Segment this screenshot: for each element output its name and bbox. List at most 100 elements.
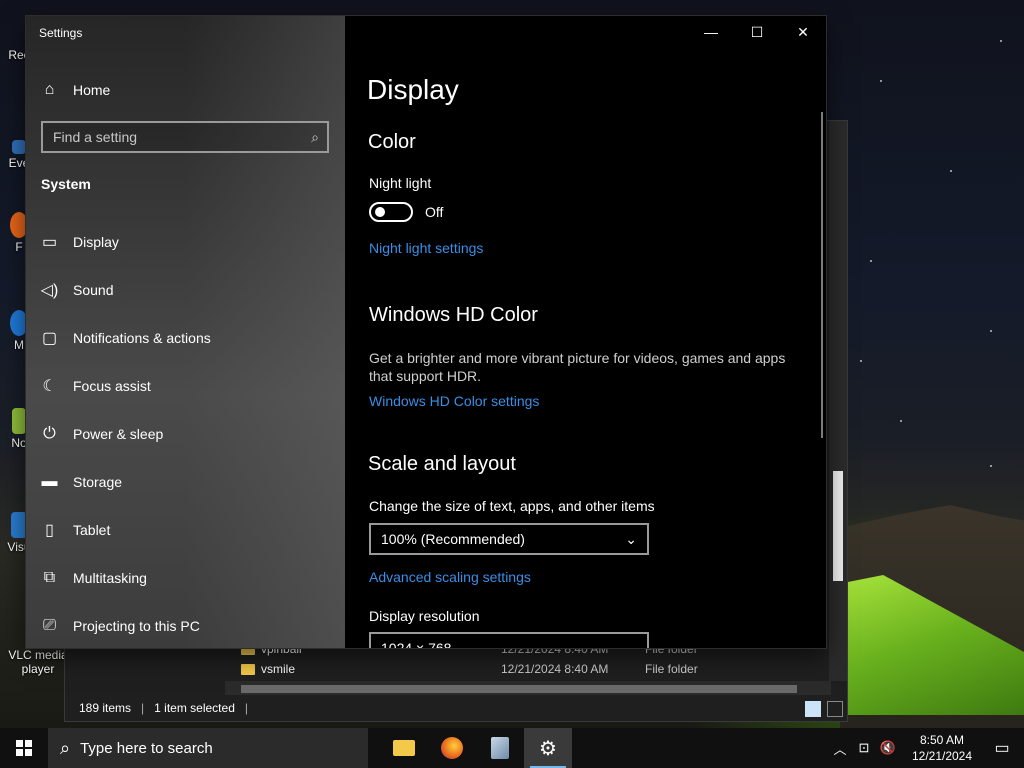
nav-section-title: System: [41, 176, 91, 192]
chevron-up-icon[interactable]: ︿: [828, 739, 852, 758]
taskbar-search-box[interactable]: ⌕ Type here to search: [48, 728, 368, 768]
nav-item-label: Multitasking: [73, 570, 147, 586]
nav-home[interactable]: ⌂ Home: [26, 70, 345, 110]
scale-label: Change the size of text, apps, and other…: [369, 498, 655, 514]
maximize-button[interactable]: ☐: [734, 16, 780, 48]
desktop-icon-label: No: [11, 436, 27, 450]
nav-item-label: Focus assist: [73, 378, 151, 394]
maximize-icon: ☐: [750, 23, 764, 40]
speaker-icon: ◁): [40, 282, 59, 299]
hd-color-settings-link[interactable]: Windows HD Color settings: [369, 393, 539, 409]
nav-item-projecting[interactable]: ⎚ Projecting to this PC: [26, 606, 345, 646]
nav-home-label: Home: [73, 82, 111, 98]
caption-buttons: — ☐ ✕: [688, 16, 826, 48]
taskbar: ⌕ Type here to search ⚙ ︿ ⊡ 🔇 8:50 AM 12…: [0, 728, 1024, 768]
scrollbar-thumb[interactable]: [241, 685, 797, 693]
nav-item-label: Tablet: [73, 522, 111, 538]
hd-color-heading: Windows HD Color: [369, 304, 538, 326]
moon-icon: ☾: [42, 378, 57, 395]
nav-item-label: Notifications & actions: [73, 330, 211, 346]
night-light-state: Off: [425, 204, 444, 220]
message-icon: ▢: [41, 330, 58, 347]
resolution-dropdown-value: 1024 × 768: [381, 640, 452, 648]
window-title: Settings: [39, 26, 83, 40]
taskbar-search-placeholder: Type here to search: [80, 739, 213, 757]
night-light-toggle[interactable]: [369, 202, 413, 222]
windows-logo-icon: [16, 740, 32, 756]
vertical-scrollbar[interactable]: [829, 121, 847, 681]
nav-item-label: Sound: [73, 282, 114, 298]
folder-icon: [241, 663, 255, 675]
storage-icon: ▬: [41, 473, 58, 490]
scrollbar-thumb[interactable]: [833, 471, 843, 581]
status-bar: 189 items | 1 item selected |: [65, 695, 847, 721]
nav-item-label: Display: [73, 234, 119, 250]
night-light-settings-link[interactable]: Night light settings: [369, 240, 483, 256]
advanced-scaling-link[interactable]: Advanced scaling settings: [369, 569, 531, 585]
content-scrollbar[interactable]: [821, 112, 823, 438]
close-button[interactable]: ✕: [780, 16, 826, 48]
status-separator: |: [244, 701, 248, 715]
start-button[interactable]: [0, 728, 48, 768]
taskbar-app-firefox[interactable]: [428, 728, 476, 768]
minimize-button[interactable]: —: [688, 16, 734, 48]
nav-item-power-sleep[interactable]: ⏻ Power & sleep: [26, 414, 345, 454]
scale-layout-heading: Scale and layout: [368, 453, 516, 475]
network-icon[interactable]: ⊡: [852, 740, 876, 756]
nav-item-storage[interactable]: ▬ Storage: [26, 462, 345, 502]
nav-item-label: Projecting to this PC: [73, 618, 200, 634]
home-icon: ⌂: [44, 81, 55, 98]
taskbar-app-settings[interactable]: ⚙: [524, 728, 572, 768]
close-icon: ✕: [797, 23, 809, 40]
settings-window[interactable]: Settings ⌂ Home ⌕ System ▭ Display ◁) So…: [26, 16, 826, 648]
visual-studio-icon: [11, 512, 27, 538]
nav-item-focus-assist[interactable]: ☾ Focus assist: [26, 366, 345, 406]
desktop-icon-label: VLC media player: [8, 648, 68, 676]
large-icons-view-button[interactable]: [827, 701, 843, 717]
search-icon[interactable]: ⌕: [311, 129, 319, 146]
nav-item-multitasking[interactable]: ⧉ Multitasking: [26, 558, 345, 598]
notepad-icon: [12, 408, 26, 434]
nav-item-notifications[interactable]: ▢ Notifications & actions: [26, 318, 345, 358]
nav-item-label: Power & sleep: [73, 426, 164, 442]
settings-search-input[interactable]: [53, 129, 312, 145]
nav-item-sound[interactable]: ◁) Sound: [26, 270, 345, 310]
file-date: 12/21/2024 8:40 AM: [501, 662, 609, 676]
clock-date: 12/21/2024: [911, 749, 973, 763]
nav-item-label: Storage: [73, 474, 123, 490]
chevron-down-icon: ⌄: [625, 530, 637, 547]
night-light-toggle-row: Off: [369, 202, 443, 222]
status-separator: |: [141, 701, 145, 715]
minimize-icon: —: [704, 24, 718, 40]
settings-gear-icon: ⚙: [539, 737, 557, 760]
view-buttons: [805, 701, 843, 717]
desktop-icon-label: M: [14, 338, 24, 352]
details-view-button[interactable]: [805, 701, 821, 717]
resolution-dropdown[interactable]: 1024 × 768 ⌄: [369, 632, 649, 648]
shortcut-icon: [12, 140, 26, 154]
firefox-icon: [441, 737, 463, 759]
scale-dropdown[interactable]: 100% (Recommended) ⌄: [369, 523, 649, 555]
list-item[interactable]: vsmile 12/21/2024 8:40 AM File folder: [241, 659, 698, 679]
clock[interactable]: 8:50 AM 12/21/2024: [904, 732, 980, 764]
night-light-label: Night light: [369, 175, 432, 191]
settings-sidebar: Settings ⌂ Home ⌕ System ▭ Display ◁) So…: [26, 16, 345, 648]
taskbar-app-stack[interactable]: [476, 728, 524, 768]
nav-item-display[interactable]: ▭ Display: [26, 222, 345, 262]
power-icon: ⏻: [43, 425, 56, 442]
tablet-icon: ▯: [45, 522, 54, 539]
action-center-button[interactable]: ▭: [980, 728, 1024, 768]
desktop-icon-label: F: [15, 240, 23, 254]
file-type: File folder: [645, 662, 698, 676]
chevron-down-icon: ⌄: [625, 639, 637, 649]
taskbar-app-file-explorer[interactable]: [380, 728, 428, 768]
settings-search-box[interactable]: ⌕: [41, 121, 329, 153]
projector-icon: ⎚: [43, 617, 56, 634]
monitor-icon: ▭: [41, 234, 58, 251]
resolution-label: Display resolution: [369, 608, 480, 624]
multitask-icon: ⧉: [43, 569, 56, 586]
nav-item-tablet[interactable]: ▯ Tablet: [26, 510, 345, 550]
scale-dropdown-value: 100% (Recommended): [381, 531, 525, 547]
volume-muted-icon[interactable]: 🔇: [876, 740, 900, 756]
clock-time: 8:50 AM: [919, 733, 965, 747]
